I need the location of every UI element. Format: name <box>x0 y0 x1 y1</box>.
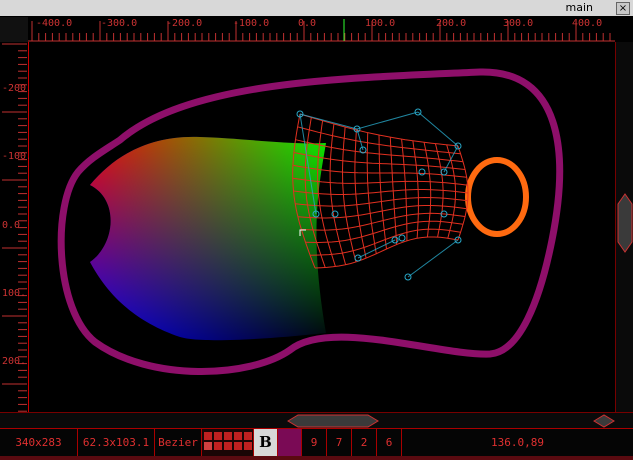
count-field: 7 <box>327 429 352 456</box>
handle-link <box>356 111 419 130</box>
hruler-label: 400.0 <box>572 18 603 29</box>
vertical-ruler[interactable]: -200. -100. 0.0 100. 200. <box>0 42 33 412</box>
bold-toggle-button[interactable]: B <box>254 429 278 456</box>
hruler-label: 100.0 <box>365 18 396 29</box>
status-bar: 340x283 62.3x103.1 Bezier B 9 7 2 6 136.… <box>0 428 633 457</box>
horizontal-scrollbar[interactable] <box>0 412 633 429</box>
palette-swatch[interactable] <box>214 432 222 440</box>
hruler-label: -400.0 <box>36 18 73 29</box>
tool-mode[interactable]: Bezier <box>155 429 202 456</box>
palette-swatch[interactable] <box>214 442 222 450</box>
control-point-handle <box>418 168 426 176</box>
hruler-label: 0.0 <box>298 18 317 29</box>
orange-ellipse <box>465 157 529 237</box>
hruler-label: -300.0 <box>101 18 138 29</box>
current-color-swatch[interactable] <box>278 429 302 456</box>
count-field: 9 <box>302 429 327 456</box>
close-icon[interactable]: × <box>616 2 630 15</box>
horizontal-ruler[interactable]: -400.0 -300.0 -200.0 -100.0 0.0 100.0 20… <box>28 17 615 43</box>
palette-swatch[interactable] <box>204 432 212 440</box>
handle-link <box>417 111 459 147</box>
drawing-canvas[interactable] <box>29 42 615 412</box>
canvas-drawing <box>57 68 564 375</box>
vruler-label: -100. <box>2 151 33 162</box>
palette-swatch[interactable] <box>244 442 252 450</box>
warp-mesh <box>292 113 469 269</box>
cursor-coordinates: 136.0,89 <box>491 436 544 449</box>
document-size: 340x283 <box>0 429 78 456</box>
vruler-label: 100. <box>2 288 27 299</box>
hruler-label: -200.0 <box>166 18 203 29</box>
selection-dimensions: 62.3x103.1 <box>78 429 155 456</box>
scroll-end-arrow <box>593 414 615 428</box>
horizontal-scroll-thumb <box>287 414 379 428</box>
ruler-corner <box>0 17 28 42</box>
title-bar: main × <box>0 0 633 17</box>
control-point-handle <box>398 234 406 242</box>
palette-swatch[interactable] <box>234 442 242 450</box>
count-field: 2 <box>352 429 377 456</box>
palette-swatch[interactable] <box>224 442 232 450</box>
vruler-label: 0.0 <box>2 220 21 231</box>
handle-link <box>407 239 459 278</box>
hruler-label: -100.0 <box>233 18 270 29</box>
gradient-mesh-shape <box>90 136 326 341</box>
hruler-label: 200.0 <box>436 18 467 29</box>
vertical-scroll-thumb <box>617 193 633 253</box>
vertical-scrollbar[interactable] <box>615 42 633 412</box>
palette-swatch[interactable] <box>224 432 232 440</box>
color-palette[interactable] <box>202 429 254 456</box>
hruler-label: 300.0 <box>503 18 534 29</box>
palette-swatch[interactable] <box>234 432 242 440</box>
window-bottom-border <box>0 456 633 460</box>
count-field: 6 <box>377 429 402 456</box>
vruler-label: -200. <box>2 83 33 94</box>
palette-swatch[interactable] <box>204 442 212 450</box>
palette-swatch[interactable] <box>244 432 252 440</box>
handle-link <box>299 113 358 130</box>
window-title: main <box>565 1 593 14</box>
vruler-label: 200. <box>2 356 27 367</box>
